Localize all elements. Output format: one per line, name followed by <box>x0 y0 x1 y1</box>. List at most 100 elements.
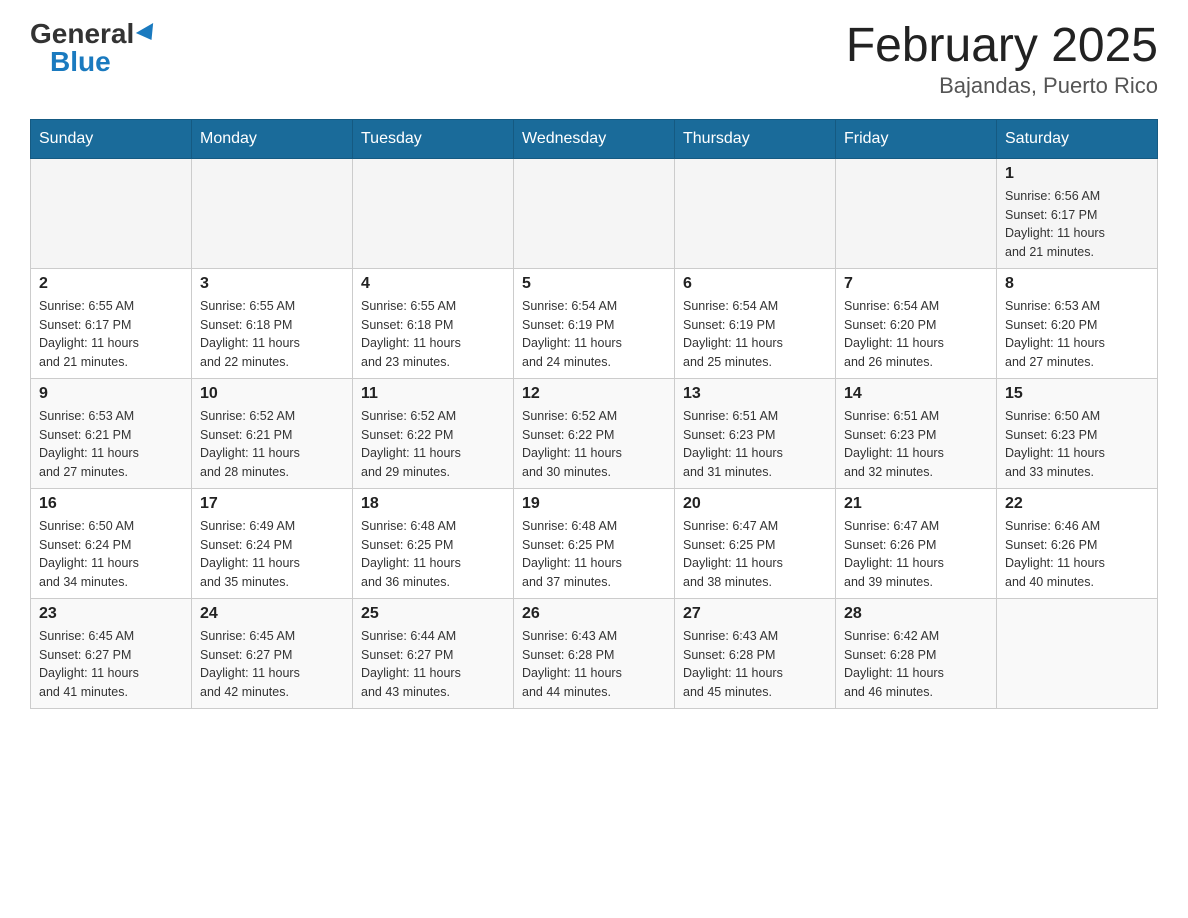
day-number: 16 <box>39 495 183 513</box>
calendar-day: 18Sunrise: 6:48 AMSunset: 6:25 PMDayligh… <box>353 488 514 598</box>
calendar-day <box>675 158 836 268</box>
logo: General Blue <box>30 20 158 76</box>
day-info: Sunrise: 6:51 AMSunset: 6:23 PMDaylight:… <box>683 407 827 482</box>
day-number: 26 <box>522 605 666 623</box>
day-info: Sunrise: 6:43 AMSunset: 6:28 PMDaylight:… <box>522 627 666 702</box>
calendar-day: 9 Sunrise: 6:53 AMSunset: 6:21 PMDaylight… <box>31 378 192 488</box>
day-info: Sunrise: 6:42 AMSunset: 6:28 PMDaylight:… <box>844 627 988 702</box>
day-info: Sunrise: 6:54 AMSunset: 6:19 PMDaylight:… <box>683 297 827 372</box>
day-info: Sunrise: 6:43 AMSunset: 6:28 PMDaylight:… <box>683 627 827 702</box>
day-info: Sunrise: 6:55 AMSunset: 6:17 PMDaylight:… <box>39 297 183 372</box>
header-saturday: Saturday <box>997 119 1158 158</box>
calendar-day <box>192 158 353 268</box>
day-number: 19 <box>522 495 666 513</box>
day-info: Sunrise: 6:45 AMSunset: 6:27 PMDaylight:… <box>200 627 344 702</box>
calendar-day: 26 Sunrise: 6:43 AMSunset: 6:28 PMDayligh… <box>514 598 675 708</box>
day-number: 21 <box>844 495 988 513</box>
weekday-header-row: Sunday Monday Tuesday Wednesday Thursday… <box>31 119 1158 158</box>
calendar-body: 1 Sunrise: 6:56 AMSunset: 6:17 PMDaylight… <box>31 158 1158 708</box>
calendar-day: 16Sunrise: 6:50 AMSunset: 6:24 PMDayligh… <box>31 488 192 598</box>
page-header: General Blue February 2025 Bajandas, Pue… <box>30 20 1158 99</box>
day-number: 1 <box>1005 165 1149 183</box>
day-info: Sunrise: 6:45 AMSunset: 6:27 PMDaylight:… <box>39 627 183 702</box>
day-number: 28 <box>844 605 988 623</box>
day-number: 10 <box>200 385 344 403</box>
calendar-title: February 2025 <box>846 20 1158 73</box>
day-number: 8 <box>1005 275 1149 293</box>
calendar-day: 7 Sunrise: 6:54 AMSunset: 6:20 PMDaylight… <box>836 268 997 378</box>
calendar-day: 11Sunrise: 6:52 AMSunset: 6:22 PMDayligh… <box>353 378 514 488</box>
calendar-day: 19 Sunrise: 6:48 AMSunset: 6:25 PMDayligh… <box>514 488 675 598</box>
day-number: 7 <box>844 275 988 293</box>
day-number: 20 <box>683 495 827 513</box>
day-info: Sunrise: 6:46 AMSunset: 6:26 PMDaylight:… <box>1005 517 1149 592</box>
day-info: Sunrise: 6:53 AMSunset: 6:20 PMDaylight:… <box>1005 297 1149 372</box>
calendar-subtitle: Bajandas, Puerto Rico <box>846 73 1158 99</box>
week-row-5: 23 Sunrise: 6:45 AMSunset: 6:27 PMDayligh… <box>31 598 1158 708</box>
header-sunday: Sunday <box>31 119 192 158</box>
day-info: Sunrise: 6:47 AMSunset: 6:26 PMDaylight:… <box>844 517 988 592</box>
week-row-3: 9 Sunrise: 6:53 AMSunset: 6:21 PMDaylight… <box>31 378 1158 488</box>
day-number: 9 <box>39 385 183 403</box>
day-number: 14 <box>844 385 988 403</box>
day-info: Sunrise: 6:56 AMSunset: 6:17 PMDaylight:… <box>1005 187 1149 262</box>
calendar-day <box>353 158 514 268</box>
calendar-day: 23 Sunrise: 6:45 AMSunset: 6:27 PMDayligh… <box>31 598 192 708</box>
calendar-day: 25 Sunrise: 6:44 AMSunset: 6:27 PMDayligh… <box>353 598 514 708</box>
day-number: 13 <box>683 385 827 403</box>
day-number: 11 <box>361 385 505 403</box>
calendar-day: 1 Sunrise: 6:56 AMSunset: 6:17 PMDaylight… <box>997 158 1158 268</box>
calendar-day: 14 Sunrise: 6:51 AMSunset: 6:23 PMDayligh… <box>836 378 997 488</box>
day-info: Sunrise: 6:55 AMSunset: 6:18 PMDaylight:… <box>361 297 505 372</box>
day-info: Sunrise: 6:48 AMSunset: 6:25 PMDaylight:… <box>522 517 666 592</box>
calendar-day: 15 Sunrise: 6:50 AMSunset: 6:23 PMDayligh… <box>997 378 1158 488</box>
calendar-day: 28 Sunrise: 6:42 AMSunset: 6:28 PMDayligh… <box>836 598 997 708</box>
day-info: Sunrise: 6:55 AMSunset: 6:18 PMDaylight:… <box>200 297 344 372</box>
calendar-day: 4Sunrise: 6:55 AMSunset: 6:18 PMDaylight… <box>353 268 514 378</box>
calendar-day: 20 Sunrise: 6:47 AMSunset: 6:25 PMDayligh… <box>675 488 836 598</box>
day-number: 5 <box>522 275 666 293</box>
calendar-day: 10Sunrise: 6:52 AMSunset: 6:21 PMDayligh… <box>192 378 353 488</box>
calendar-day: 3Sunrise: 6:55 AMSunset: 6:18 PMDaylight… <box>192 268 353 378</box>
calendar-day: 22 Sunrise: 6:46 AMSunset: 6:26 PMDayligh… <box>997 488 1158 598</box>
week-row-4: 16Sunrise: 6:50 AMSunset: 6:24 PMDayligh… <box>31 488 1158 598</box>
day-number: 6 <box>683 275 827 293</box>
logo-blue-text: Blue <box>50 48 111 76</box>
calendar-header: Sunday Monday Tuesday Wednesday Thursday… <box>31 119 1158 158</box>
calendar-day <box>836 158 997 268</box>
day-number: 27 <box>683 605 827 623</box>
day-number: 24 <box>200 605 344 623</box>
day-number: 2 <box>39 275 183 293</box>
day-info: Sunrise: 6:52 AMSunset: 6:22 PMDaylight:… <box>522 407 666 482</box>
day-number: 25 <box>361 605 505 623</box>
day-info: Sunrise: 6:44 AMSunset: 6:27 PMDaylight:… <box>361 627 505 702</box>
week-row-1: 1 Sunrise: 6:56 AMSunset: 6:17 PMDaylight… <box>31 158 1158 268</box>
calendar-day: 13 Sunrise: 6:51 AMSunset: 6:23 PMDayligh… <box>675 378 836 488</box>
day-info: Sunrise: 6:49 AMSunset: 6:24 PMDaylight:… <box>200 517 344 592</box>
day-info: Sunrise: 6:47 AMSunset: 6:25 PMDaylight:… <box>683 517 827 592</box>
header-thursday: Thursday <box>675 119 836 158</box>
calendar-day <box>31 158 192 268</box>
calendar-day: 2 Sunrise: 6:55 AMSunset: 6:17 PMDaylight… <box>31 268 192 378</box>
header-tuesday: Tuesday <box>353 119 514 158</box>
calendar-day <box>514 158 675 268</box>
day-number: 12 <box>522 385 666 403</box>
day-number: 22 <box>1005 495 1149 513</box>
calendar-day: 27 Sunrise: 6:43 AMSunset: 6:28 PMDayligh… <box>675 598 836 708</box>
day-info: Sunrise: 6:54 AMSunset: 6:19 PMDaylight:… <box>522 297 666 372</box>
day-info: Sunrise: 6:50 AMSunset: 6:23 PMDaylight:… <box>1005 407 1149 482</box>
header-monday: Monday <box>192 119 353 158</box>
calendar-day: 17 Sunrise: 6:49 AMSunset: 6:24 PMDayligh… <box>192 488 353 598</box>
day-number: 17 <box>200 495 344 513</box>
logo-triangle-icon <box>136 23 160 45</box>
day-number: 15 <box>1005 385 1149 403</box>
calendar-day: 24 Sunrise: 6:45 AMSunset: 6:27 PMDayligh… <box>192 598 353 708</box>
day-info: Sunrise: 6:48 AMSunset: 6:25 PMDaylight:… <box>361 517 505 592</box>
day-number: 23 <box>39 605 183 623</box>
header-friday: Friday <box>836 119 997 158</box>
week-row-2: 2 Sunrise: 6:55 AMSunset: 6:17 PMDaylight… <box>31 268 1158 378</box>
day-info: Sunrise: 6:51 AMSunset: 6:23 PMDaylight:… <box>844 407 988 482</box>
day-info: Sunrise: 6:53 AMSunset: 6:21 PMDaylight:… <box>39 407 183 482</box>
day-info: Sunrise: 6:54 AMSunset: 6:20 PMDaylight:… <box>844 297 988 372</box>
logo-general-text: General <box>30 20 134 48</box>
